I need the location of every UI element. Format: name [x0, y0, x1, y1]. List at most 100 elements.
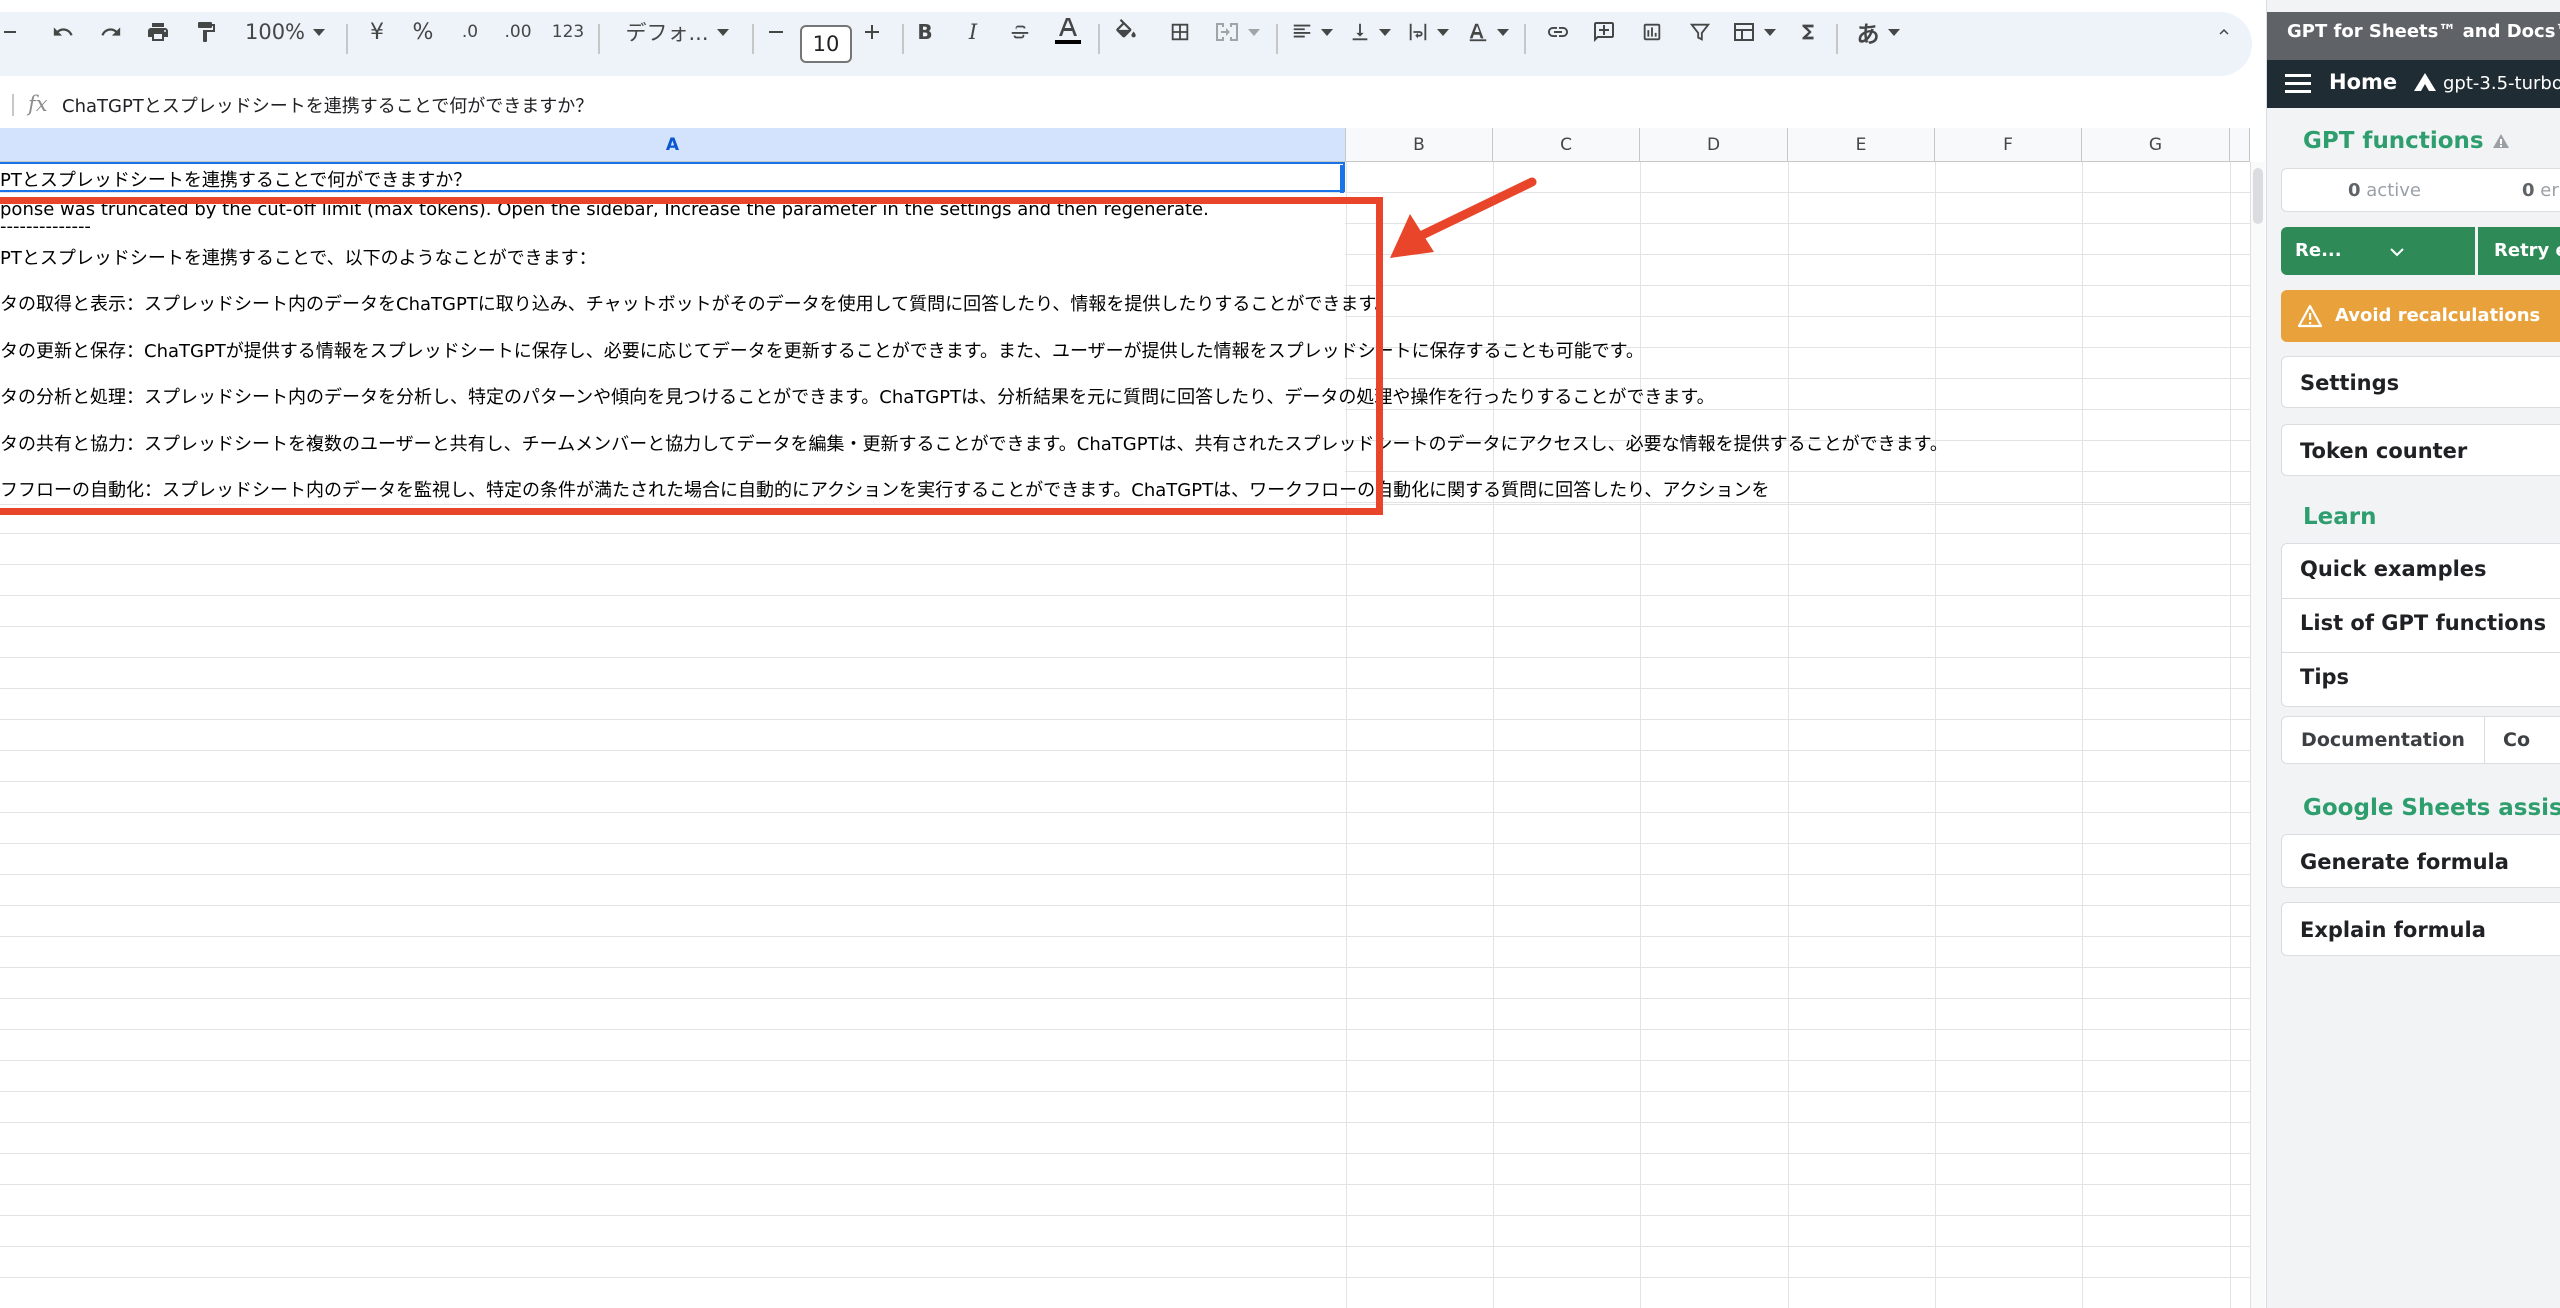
increase-decimal-label: .00 [504, 22, 532, 42]
column-header-c[interactable]: C [1493, 128, 1640, 162]
function-counter: 0 active 0 err [2281, 168, 2560, 212]
toolbar-divider [1836, 24, 1838, 54]
vertical-align-icon[interactable] [1346, 10, 1394, 54]
tips-link[interactable]: Tips [2300, 665, 2349, 689]
active-count: 0 [2348, 180, 2361, 201]
merge-cells-icon[interactable] [1212, 10, 1262, 54]
model-name: gpt-3.5-turbo [2443, 73, 2560, 94]
column-divider [2230, 162, 2231, 1308]
filter-icon[interactable] [1684, 10, 1716, 54]
decrease-decimal-button[interactable]: .0 [455, 10, 485, 54]
italic-label: I [968, 20, 978, 44]
hamburger-menu-icon[interactable] [2285, 72, 2311, 94]
contact-button[interactable]: Co [2484, 716, 2560, 764]
percent-button[interactable]: % [408, 10, 438, 54]
column-header-overflow [2230, 128, 2250, 162]
spreadsheet-area: 100% ¥ % .0 .00 123 デフォ... 10 B I あ fx C… [0, 0, 2265, 1308]
gpt-functions-heading: GPT functions [2303, 128, 2510, 154]
avoid-recalculations-button[interactable]: Avoid recalculations [2281, 290, 2560, 342]
decrease-decimal-label: .0 [461, 22, 479, 42]
horizontal-align-icon[interactable] [1288, 10, 1336, 54]
divider [2282, 598, 2560, 599]
insert-link-icon[interactable] [1542, 10, 1574, 54]
fx-icon: fx [28, 92, 48, 116]
font-size-input[interactable]: 10 [800, 25, 852, 63]
chevron-down-icon [716, 28, 729, 36]
borders-icon[interactable] [1164, 10, 1196, 54]
warning-icon [2297, 304, 2323, 328]
model-selector[interactable]: gpt-3.5-turbo [2413, 72, 2560, 94]
font-select[interactable]: デフォ... [618, 10, 736, 54]
paint-format-icon[interactable] [190, 10, 222, 54]
gpt-functions-label: GPT functions [2303, 128, 2484, 154]
column-header-b[interactable]: B [1346, 128, 1493, 162]
text-rotation-icon[interactable] [1464, 10, 1512, 54]
annotation-highlight-box [0, 197, 1383, 515]
column-header-a[interactable]: A [0, 128, 1346, 162]
gpt-sidebar: GPT for Sheets™ and Docs™ Home gpt-3.5-t… [2266, 0, 2560, 1308]
decrease-font-size-button[interactable] [762, 10, 790, 54]
filter-views-icon[interactable] [1730, 10, 1778, 54]
number-format-label: 123 [551, 22, 585, 42]
selection-handle[interactable] [1340, 165, 1344, 193]
token-counter-button[interactable]: Token counter [2281, 424, 2560, 476]
text-color-icon[interactable] [1052, 10, 1084, 54]
insert-comment-icon[interactable] [1588, 10, 1620, 54]
fill-color-icon[interactable] [1110, 10, 1142, 54]
sidebar-nav: Home gpt-3.5-turbo [2267, 60, 2560, 108]
column-divider [1640, 162, 1641, 1308]
zoom-value: 100% [244, 20, 306, 44]
documentation-button[interactable]: Documentation [2281, 716, 2485, 764]
increase-font-size-button[interactable] [858, 10, 886, 54]
retry-errors-button[interactable]: Retry err [2478, 227, 2560, 275]
chevron-down-icon [1887, 28, 1900, 36]
redo-icon[interactable] [96, 10, 126, 54]
quick-examples-link[interactable]: Quick examples [2300, 557, 2487, 581]
chevron-down-icon [1497, 28, 1509, 36]
toolbar-divider [1524, 24, 1526, 54]
column-header-e[interactable]: E [1788, 128, 1935, 162]
italic-button[interactable]: I [958, 10, 988, 54]
bold-button[interactable]: B [910, 10, 940, 54]
vertical-scrollbar[interactable] [2250, 162, 2265, 1308]
toolbar-divider [752, 24, 754, 54]
cell-a1-text: PTとスプレッドシートを連携することで何ができますか？ [0, 170, 472, 191]
column-divider [1935, 162, 1936, 1308]
rerun-button[interactable]: Re... [2281, 227, 2475, 275]
chevron-down-icon [1379, 28, 1391, 36]
collapse-toolbar-icon[interactable] [2208, 10, 2240, 54]
column-divider [1788, 162, 1789, 1308]
nav-home[interactable]: Home [2329, 70, 2397, 94]
scrollbar-thumb[interactable] [2253, 168, 2263, 224]
generate-formula-button[interactable]: Generate formula [2281, 834, 2560, 888]
insert-chart-icon[interactable] [1636, 10, 1668, 54]
column-header-g[interactable]: G [2082, 128, 2230, 162]
chevron-down-icon [1437, 28, 1449, 36]
percent-label: % [412, 19, 434, 45]
functions-icon[interactable] [1792, 10, 1824, 54]
plus-icon [865, 25, 879, 39]
strikethrough-icon[interactable] [1004, 10, 1036, 54]
column-header-d[interactable]: D [1640, 128, 1788, 162]
increase-decimal-button[interactable]: .00 [500, 10, 536, 54]
learn-menu: Quick examples List of GPT functions Tip… [2281, 543, 2560, 707]
active-counter: 0 active [2348, 180, 2421, 201]
zoom-select[interactable]: 100% [240, 10, 330, 54]
settings-button[interactable]: Settings [2281, 356, 2560, 408]
chevron-down-icon [2390, 248, 2404, 257]
explain-formula-button[interactable]: Explain formula [2281, 902, 2560, 956]
currency-label: ¥ [370, 19, 384, 45]
column-header-f[interactable]: F [1935, 128, 2082, 162]
currency-button[interactable]: ¥ [362, 10, 392, 54]
list-functions-link[interactable]: List of GPT functions [2300, 611, 2546, 635]
divider [2282, 652, 2560, 653]
input-tools-select[interactable]: あ [1852, 10, 1904, 54]
formula-input[interactable]: ChaTGPTとスプレッドシートを連携することで何ができますか？ [62, 92, 593, 118]
menu-cut-icon[interactable] [0, 10, 20, 54]
print-icon[interactable] [142, 10, 174, 54]
number-format-button[interactable]: 123 [550, 10, 586, 54]
column-divider [2082, 162, 2083, 1308]
active-label: active [2366, 180, 2421, 201]
text-wrap-icon[interactable] [1404, 10, 1452, 54]
undo-icon[interactable] [48, 10, 78, 54]
